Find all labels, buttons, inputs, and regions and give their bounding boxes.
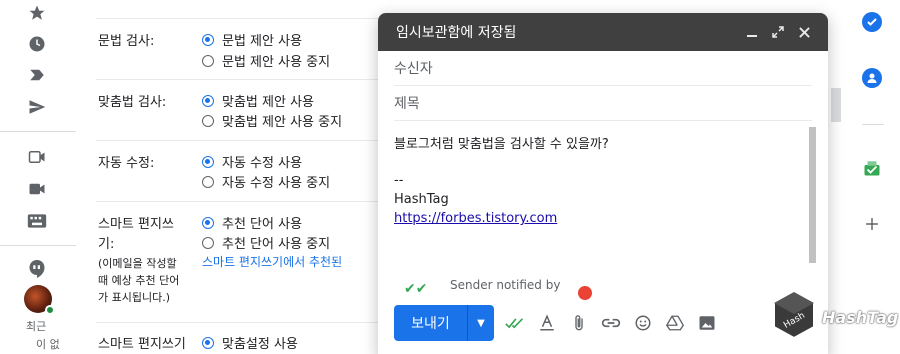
rail-divider (0, 245, 76, 246)
smart-compose-desc-2: 때 예상 추천 단어 (98, 274, 180, 287)
smart-compose-label-2: 기: (98, 237, 115, 252)
grammar-on-option[interactable]: 문법 제안 사용 (202, 30, 302, 49)
smart-compose-desc-3: 가 표시됩니다.) (98, 291, 171, 304)
radio-icon[interactable] (202, 155, 214, 168)
compose-title: 임시보관함에 저장됨 (396, 25, 517, 41)
signature-link[interactable]: https://forbes.tistory.com (394, 211, 557, 226)
row-divider (96, 18, 396, 19)
message-body[interactable]: 블로그처럼 맞춤법을 검사할 수 있을까? -- HashTag https:/… (394, 121, 816, 289)
keyboard-icon[interactable] (26, 210, 48, 232)
body-text: 블로그처럼 맞춤법을 검사할 수 있을까? (394, 137, 609, 152)
attach-icon[interactable] (568, 312, 590, 334)
smart-compose-desc-1: (이메일을 작성할 (98, 257, 177, 270)
smart-compose-link[interactable]: 스마트 편지쓰기에서 추천된 (202, 253, 342, 270)
autocorrect-on-option[interactable]: 자동 수정 사용 (202, 152, 302, 171)
smart-compose-label: 스마트 편지쓰 (98, 217, 174, 232)
autocorrect-label: 자동 수정: (98, 156, 155, 171)
recent-label: 최근 (26, 320, 47, 333)
smart-compose-personal-label: 스마트 편지쓰기 (98, 337, 186, 352)
send-button[interactable]: 보내기 (394, 305, 468, 341)
send-options-icon[interactable]: ▼ (468, 305, 494, 341)
spelling-on-option[interactable]: 맞춤법 제안 사용 (202, 91, 314, 110)
grammar-off-option[interactable]: 문법 제안 사용 중지 (202, 51, 330, 70)
compose-header: 임시보관함에 저장됨 (378, 13, 828, 51)
emoji-icon[interactable] (632, 312, 654, 334)
radio-icon[interactable] (202, 175, 214, 188)
meet-new-icon[interactable] (26, 146, 48, 168)
row-divider (96, 79, 396, 80)
spelling-label: 맞춤법 검사: (98, 95, 167, 110)
grammar-label: 문법 검사: (98, 34, 155, 49)
sent-icon[interactable] (26, 96, 48, 118)
addon-icon[interactable] (862, 158, 882, 178)
smart-compose-on-option[interactable]: 추천 단어 사용 (202, 213, 302, 232)
radio-icon[interactable] (202, 33, 214, 46)
radio-icon[interactable] (202, 216, 214, 229)
snoozed-icon[interactable] (26, 33, 48, 55)
rail-divider (0, 131, 76, 132)
important-icon[interactable] (26, 64, 48, 86)
signature-dash: -- (394, 173, 404, 188)
minimize-icon[interactable] (742, 22, 762, 42)
empty-label: 이 없 (36, 338, 60, 351)
row-divider (96, 201, 396, 202)
body-scrollbar[interactable] (809, 127, 816, 263)
close-icon[interactable] (794, 22, 814, 42)
autocorrect-off-option[interactable]: 자동 수정 사용 중지 (202, 172, 330, 191)
tracking-toggle-icon[interactable] (504, 312, 526, 334)
spelling-off-option[interactable]: 맞춤법 제안 사용 중지 (202, 111, 342, 130)
photo-icon[interactable] (696, 312, 718, 334)
notice-close-icon[interactable] (578, 286, 592, 300)
formatting-icon[interactable] (536, 312, 558, 334)
mailtrack-check-icon: ✔✔ (404, 281, 428, 297)
tasks-icon[interactable] (862, 12, 882, 32)
right-rail (844, 0, 900, 354)
tracking-notice: Sender notified by (450, 278, 561, 292)
starred-icon[interactable] (26, 2, 48, 24)
row-divider (96, 140, 396, 141)
compose-toolbar: 보내기 ▼ (378, 303, 828, 343)
row-divider (96, 322, 396, 323)
contacts-icon[interactable] (862, 68, 882, 88)
smart-compose-off-option[interactable]: 추천 단어 사용 중지 (202, 233, 330, 252)
watermark-text: HashTag (822, 308, 899, 327)
left-rail: 최근 이 없 (0, 0, 76, 354)
radio-icon[interactable] (202, 94, 214, 107)
link-icon[interactable] (600, 312, 622, 334)
recipients-field[interactable]: 수신자 (394, 51, 812, 86)
fullscreen-icon[interactable] (768, 22, 788, 42)
personalization-on-option[interactable]: 맞춤설정 사용 (202, 333, 298, 352)
radio-icon[interactable] (202, 236, 214, 249)
hashtag-logo-icon: Hash (772, 290, 816, 340)
radio-icon[interactable] (202, 114, 214, 127)
subject-field[interactable]: 제목 (394, 86, 812, 121)
online-status-icon (45, 305, 55, 315)
drive-icon[interactable] (664, 312, 686, 334)
right-rail-divider (862, 124, 884, 125)
compose-window: 임시보관함에 저장됨 수신자 제목 블로그처럼 맞춤법을 검사할 수 있을까? … (378, 13, 828, 354)
hangouts-icon[interactable] (26, 258, 48, 280)
add-addon-icon[interactable] (862, 214, 882, 234)
radio-icon[interactable] (202, 54, 214, 67)
signature-name: HashTag (394, 192, 449, 207)
meet-join-icon[interactable] (26, 178, 48, 200)
radio-icon[interactable] (202, 336, 214, 349)
page-scrollbar[interactable] (831, 88, 841, 122)
send-button-group: 보내기 ▼ (394, 305, 494, 341)
